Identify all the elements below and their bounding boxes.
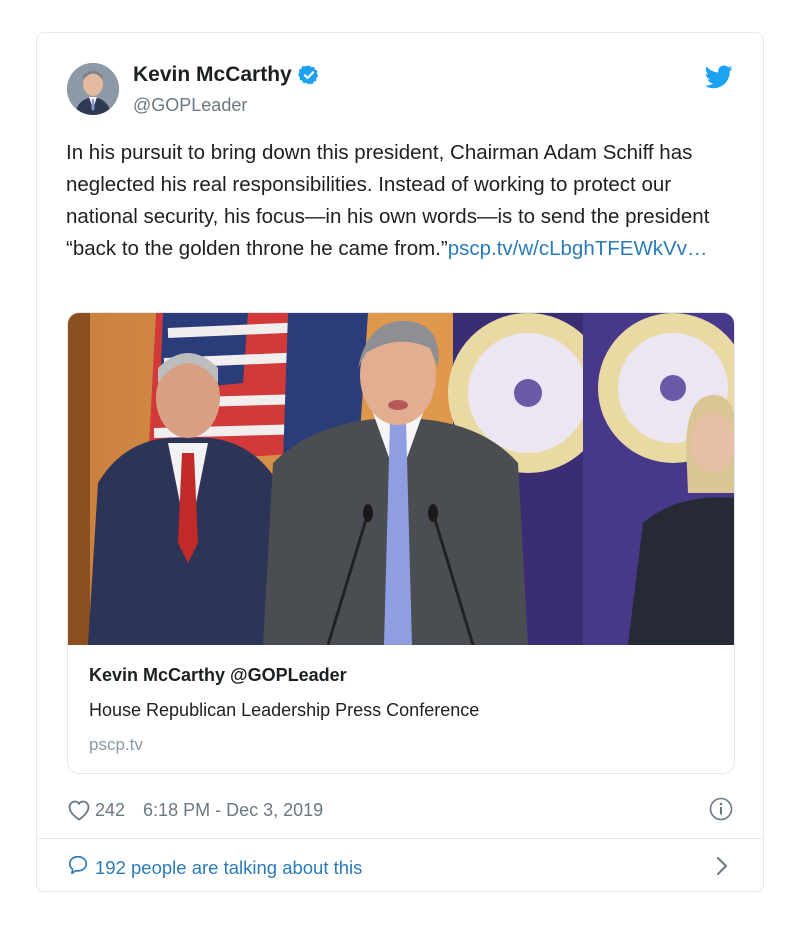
verified-badge-icon	[297, 64, 320, 86]
speech-bubble-icon	[67, 854, 89, 881]
twitter-bird-icon[interactable]	[704, 65, 733, 89]
author-name-row[interactable]: Kevin McCarthy	[133, 63, 320, 87]
press-conference-photo[interactable]	[68, 313, 734, 646]
info-icon[interactable]	[709, 797, 733, 821]
tweet-card: Kevin McCarthy @GOPLeader In his pursuit…	[36, 32, 764, 892]
conversation-link[interactable]: 192 people are talking about this	[67, 854, 362, 881]
media-card[interactable]: Kevin McCarthy @GOPLeader House Republic…	[67, 312, 735, 774]
media-card-info[interactable]: Kevin McCarthy @GOPLeader House Republic…	[68, 645, 734, 773]
media-card-title: Kevin McCarthy @GOPLeader	[89, 665, 347, 685]
tweet-link[interactable]: pscp.tv/w/cLbghTFEWkVv…	[448, 237, 708, 260]
author-handle[interactable]: @GOPLeader	[133, 95, 247, 116]
heart-icon[interactable]	[67, 799, 91, 821]
chevron-right-icon[interactable]	[715, 855, 729, 877]
media-card-description: House Republican Leadership Press Confer…	[89, 700, 480, 720]
like-count[interactable]: 242	[95, 800, 125, 821]
media-card-domain: pscp.tv	[89, 735, 143, 754]
tweet-timestamp[interactable]: 6:18 PM - Dec 3, 2019	[143, 800, 323, 821]
talking-count[interactable]: 192 people are talking about this	[95, 857, 362, 879]
tweet-meta: 242 6:18 PM - Dec 3, 2019	[67, 797, 323, 823]
author-name[interactable]: Kevin McCarthy	[133, 63, 292, 87]
divider	[37, 838, 763, 839]
avatar[interactable]	[67, 63, 119, 115]
tweet-text: In his pursuit to bring down this presid…	[66, 137, 746, 265]
